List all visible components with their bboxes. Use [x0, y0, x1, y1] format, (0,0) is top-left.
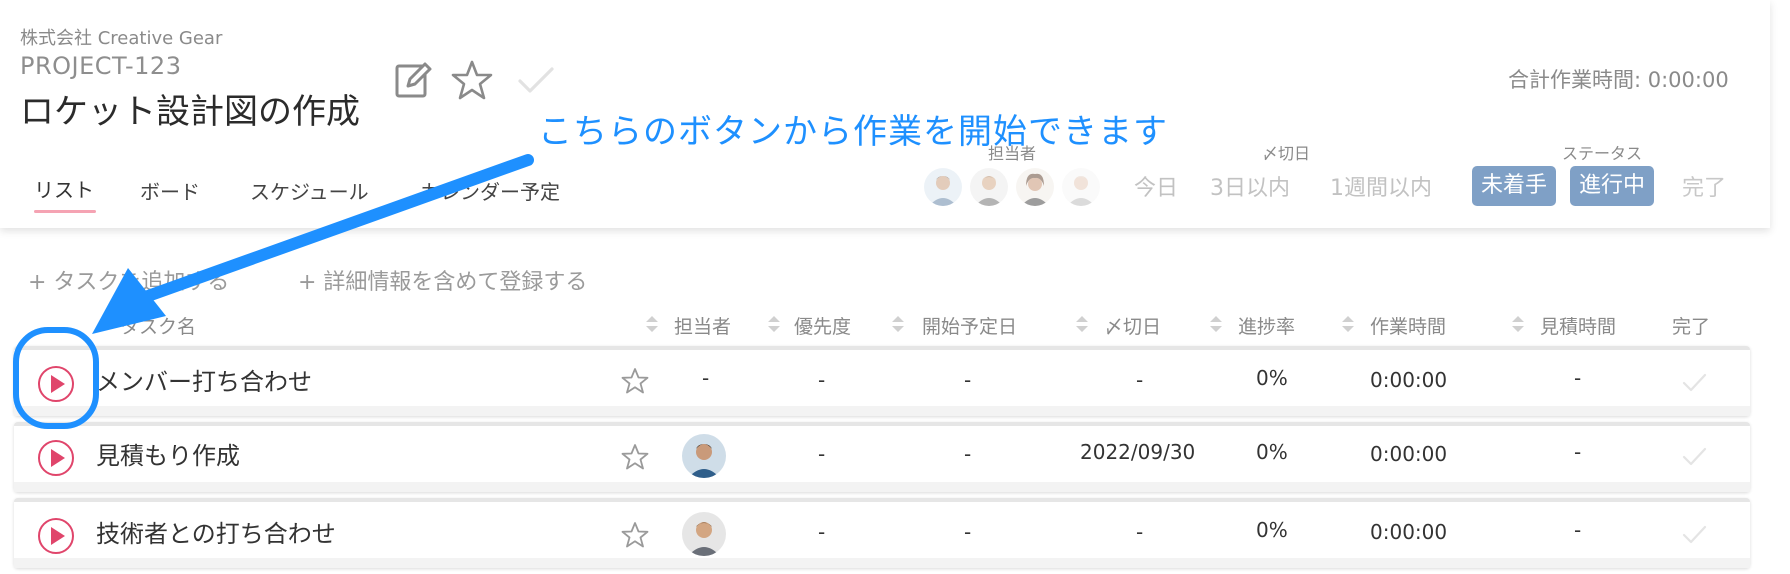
row-footer	[14, 482, 1750, 492]
check-icon[interactable]	[1680, 520, 1708, 548]
table-row[interactable]: 見積もり作成 - - 2022/09/30 0% 0:00:00 -	[14, 422, 1750, 492]
add-detailed-task-link[interactable]: + 詳細情報を含めて登録する	[298, 264, 587, 296]
col-done: 完了	[1672, 316, 1711, 338]
tab-schedule[interactable]: スケジュール	[250, 176, 369, 205]
progress-value: 0%	[1256, 518, 1288, 542]
task-name[interactable]: 見積もり作成	[96, 436, 240, 471]
sort-icon[interactable]	[1074, 314, 1090, 334]
table-row[interactable]: メンバー打ち合わせ - - - - 0% 0:00:00 -	[14, 346, 1750, 416]
col-task-name[interactable]: タスク名	[120, 312, 196, 339]
priority-value: -	[818, 442, 826, 466]
deadline-3days[interactable]: 3日以内	[1210, 170, 1290, 202]
star-icon[interactable]	[450, 58, 494, 102]
work-time-value: 0:00:00	[1370, 442, 1448, 466]
deadline-value: -	[1136, 520, 1144, 544]
company-name: 株式会社 Creative Gear	[20, 28, 223, 49]
tab-board[interactable]: ボード	[140, 176, 200, 205]
check-icon[interactable]	[1680, 368, 1708, 396]
play-icon[interactable]	[36, 516, 76, 556]
estimate-value: -	[1574, 518, 1582, 542]
start-date-value: -	[964, 368, 972, 392]
tab-list[interactable]: リスト	[34, 174, 94, 203]
play-icon[interactable]	[36, 438, 76, 478]
sort-icon[interactable]	[644, 314, 660, 334]
estimate-value: -	[1574, 366, 1582, 390]
star-icon[interactable]	[620, 520, 650, 550]
active-tab-indicator	[34, 210, 96, 213]
sort-icon[interactable]	[1208, 314, 1224, 334]
deadline-value: 2022/09/30	[1080, 440, 1196, 464]
total-work-time: 合計作業時間: 0:00:00	[1508, 68, 1729, 92]
row-footer	[14, 558, 1750, 568]
status-done[interactable]: 完了	[1682, 170, 1726, 202]
col-assignee[interactable]: 担当者	[674, 312, 731, 339]
table-row[interactable]: 技術者との打ち合わせ - - - 0% 0:00:00 -	[14, 498, 1750, 568]
col-work-time[interactable]: 作業時間	[1370, 312, 1446, 339]
priority-value: -	[818, 520, 826, 544]
status-not-started[interactable]: 未着手	[1472, 166, 1557, 206]
tab-calendar[interactable]: カレンダー予定	[420, 176, 560, 205]
row-footer	[14, 406, 1750, 416]
estimate-value: -	[1574, 440, 1582, 464]
progress-value: 0%	[1256, 440, 1288, 464]
play-icon[interactable]	[36, 364, 76, 404]
check-icon[interactable]	[1680, 442, 1708, 470]
deadline-1week[interactable]: 1週間以内	[1330, 170, 1432, 202]
col-deadline[interactable]: 〆切日	[1104, 312, 1161, 339]
status-filter-label: ステータス	[1562, 144, 1643, 163]
project-code: PROJECT-123	[20, 52, 182, 80]
avatar-filter-4[interactable]	[1062, 168, 1100, 206]
priority-value: -	[818, 368, 826, 392]
avatar	[682, 512, 726, 556]
col-priority[interactable]: 優先度	[794, 312, 851, 339]
start-date-value: -	[964, 442, 972, 466]
col-start-date[interactable]: 開始予定日	[922, 312, 1017, 339]
sort-icon[interactable]	[766, 314, 782, 334]
avatar-filter-2[interactable]	[970, 168, 1008, 206]
col-progress[interactable]: 進捗率	[1238, 312, 1295, 339]
add-task-link[interactable]: + タスクを追加する	[28, 264, 229, 296]
deadline-value: -	[1136, 368, 1144, 392]
avatar-filter-3[interactable]	[1016, 168, 1054, 206]
start-date-value: -	[964, 520, 972, 544]
edit-icon[interactable]	[392, 58, 436, 102]
star-icon[interactable]	[620, 442, 650, 472]
work-time-value: 0:00:00	[1370, 520, 1448, 544]
progress-value: 0%	[1256, 366, 1288, 390]
check-icon[interactable]	[514, 58, 558, 102]
project-title: ロケット設計図の作成	[20, 92, 360, 132]
deadline-filter-label: 〆切日	[1262, 144, 1311, 163]
sort-icon[interactable]	[1510, 314, 1526, 334]
avatar	[682, 434, 726, 478]
task-name[interactable]: メンバー打ち合わせ	[96, 362, 312, 397]
sort-icon[interactable]	[890, 314, 906, 334]
col-estimate[interactable]: 見積時間	[1540, 312, 1616, 339]
assignee-value: -	[702, 366, 710, 390]
annotation-callout-text: こちらのボタンから作業を開始できます	[538, 112, 1168, 152]
avatar-filter-1[interactable]	[924, 168, 962, 206]
deadline-today[interactable]: 今日	[1134, 170, 1178, 202]
sort-icon[interactable]	[1340, 314, 1356, 334]
status-in-progress[interactable]: 進行中	[1570, 166, 1655, 206]
star-icon[interactable]	[620, 366, 650, 396]
work-time-value: 0:00:00	[1370, 368, 1448, 392]
task-name[interactable]: 技術者との打ち合わせ	[96, 514, 336, 549]
